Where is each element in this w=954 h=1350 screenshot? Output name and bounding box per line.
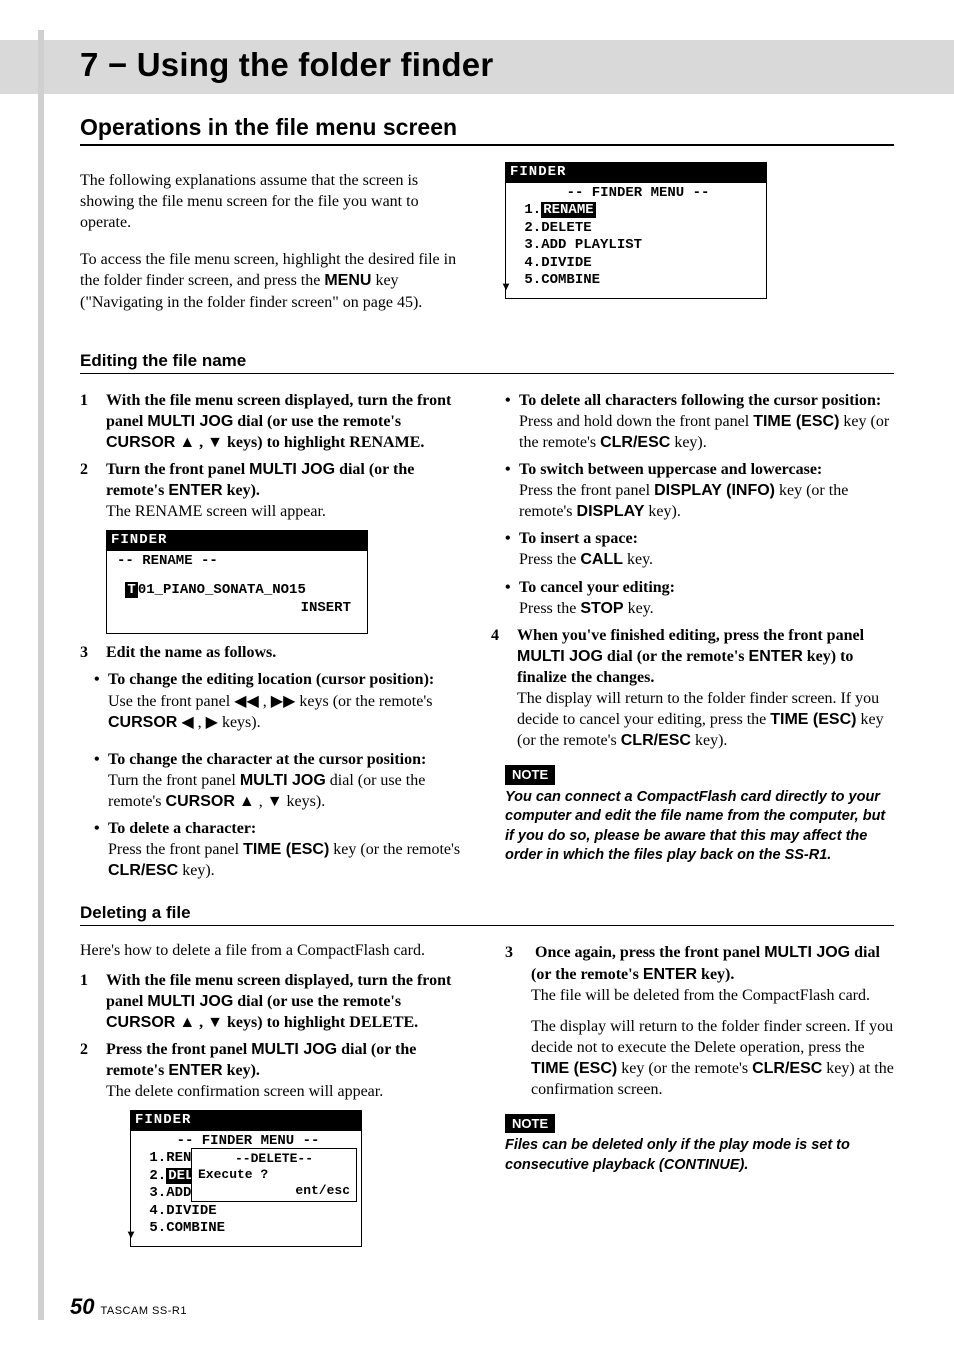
editing-columns: 1 With the file menu screen displayed, t… <box>80 384 894 882</box>
page-content: 7 − Using the folder finder Operations i… <box>0 0 954 1255</box>
delete-confirm-screenshot: FINDER -- FINDER MENU -- 1.REN 2.DEL 3.A… <box>130 1110 362 1247</box>
screenshot-header: FINDER <box>131 1111 361 1131</box>
edit-step-2: 2 Turn the front panel MULTI JOG dial (o… <box>80 459 469 522</box>
note-label: NOTE <box>505 1114 555 1133</box>
editing-right-col: • To delete all characters following the… <box>505 384 894 882</box>
bullet-insert-space: • To insert a space: Press the CALL key. <box>505 528 894 570</box>
screenshot-item-5: 5.COMBINE <box>516 272 760 290</box>
footer-text: TASCAM SS-R1 <box>100 1305 186 1317</box>
screenshot-item-3: 3.ADD PLAYLIST <box>516 237 760 255</box>
edit-step-4: 4 When you've finished editing, press th… <box>491 625 894 752</box>
screenshot-row-4: 4.DIVIDE <box>141 1203 355 1221</box>
step-number: 1 <box>80 970 106 1033</box>
screenshot-item-4: 4.DIVIDE <box>516 255 760 273</box>
intro-columns: The following explanations assume that t… <box>80 154 894 329</box>
bullet-change-character: • To change the character at the cursor … <box>94 749 469 812</box>
step-follow: The delete confirmation screen will appe… <box>106 1081 469 1102</box>
bullet-cancel-edit: • To cancel your editing: Press the STOP… <box>505 577 894 619</box>
bullet-case-switch: • To switch between uppercase and lowerc… <box>505 459 894 522</box>
step-number: 3 <box>80 642 106 663</box>
step-number: 2 <box>80 459 106 522</box>
screenshot-item-1: 1.RENAME <box>516 202 760 220</box>
chapter-title-banner: 7 − Using the folder finder <box>0 40 954 94</box>
screenshot-item-2: 2.DELETE <box>516 220 760 238</box>
deleting-subheading: Deleting a file <box>80 903 894 926</box>
screenshot-header: FINDER <box>506 163 766 183</box>
left-margin-bar <box>38 30 44 1320</box>
chapter-title: 7 − Using the folder finder <box>80 46 954 84</box>
intro-left: The following explanations assume that t… <box>80 154 469 329</box>
deleting-columns: Here's how to delete a file from a Compa… <box>80 936 894 1254</box>
edit-step-3: 3 Edit the name as follows. <box>80 642 469 663</box>
intro-para-2: To access the file menu screen, highligh… <box>80 249 469 312</box>
menu-key-label: MENU <box>324 272 371 289</box>
bullet-change-location: • To change the editing location (cursor… <box>94 669 469 732</box>
screenshot-insert: INSERT <box>117 600 361 618</box>
note-label: NOTE <box>505 765 555 784</box>
screenshot-filename: T01_PIANO_SONATA_NO15 <box>117 582 361 600</box>
screenshot-row-5: 5.COMBINE <box>141 1220 355 1238</box>
deleting-intro: Here's how to delete a file from a Compa… <box>80 940 469 961</box>
deleting-right-col: 3 Once again, press the front panel MULT… <box>505 936 894 1254</box>
step-follow: The RENAME screen will appear. <box>106 501 469 522</box>
section-title: Operations in the file menu screen <box>80 114 894 146</box>
footer: 50 TASCAM SS-R1 <box>70 1294 187 1320</box>
step-number: 1 <box>80 390 106 453</box>
deleting-left-col: Here's how to delete a file from a Compa… <box>80 936 469 1254</box>
edit-step-1: 1 With the file menu screen displayed, t… <box>80 390 469 453</box>
del-step-2: 2 Press the front panel MULTI JOG dial (… <box>80 1039 469 1102</box>
step-follow: The file will be deleted from the Compac… <box>531 985 894 1006</box>
del-extra-para: The display will return to the folder fi… <box>531 1016 894 1100</box>
intro-text-a: To access the file menu screen, highligh… <box>80 251 456 289</box>
screenshot-title: -- FINDER MENU -- <box>516 185 760 203</box>
intro-right: FINDER -- FINDER MENU -- 1.RENAME 2.DELE… <box>505 154 894 329</box>
down-arrow-icon: ▾ <box>128 1227 134 1242</box>
screenshot-header: FINDER <box>107 531 367 551</box>
step-number: 3 <box>505 942 531 1005</box>
del-step-3: 3 Once again, press the front panel MULT… <box>505 942 894 1005</box>
intro-para-1: The following explanations assume that t… <box>80 170 469 233</box>
delete-overlay: --DELETE-- Execute ? ent/esc <box>191 1148 357 1203</box>
editing-left-col: 1 With the file menu screen displayed, t… <box>80 384 469 882</box>
down-arrow-icon: ▾ <box>503 279 509 294</box>
rename-screenshot: FINDER -- RENAME -- T01_PIANO_SONATA_NO1… <box>106 530 368 634</box>
page-number: 50 <box>70 1294 94 1320</box>
step-number: 4 <box>491 625 517 752</box>
step-number: 2 <box>80 1039 106 1102</box>
screenshot-title: -- RENAME -- <box>117 553 361 571</box>
note-1-text: You can connect a CompactFlash card dire… <box>505 788 894 866</box>
bullet-delete-following: • To delete all characters following the… <box>505 390 894 453</box>
editing-subheading: Editing the file name <box>80 351 894 374</box>
bullet-delete-char: • To delete a character: Press the front… <box>94 818 469 881</box>
note-2-text: Files can be deleted only if the play mo… <box>505 1136 894 1175</box>
del-step-1: 1 With the file menu screen displayed, t… <box>80 970 469 1033</box>
finder-menu-screenshot: FINDER -- FINDER MENU -- 1.RENAME 2.DELE… <box>505 162 767 299</box>
